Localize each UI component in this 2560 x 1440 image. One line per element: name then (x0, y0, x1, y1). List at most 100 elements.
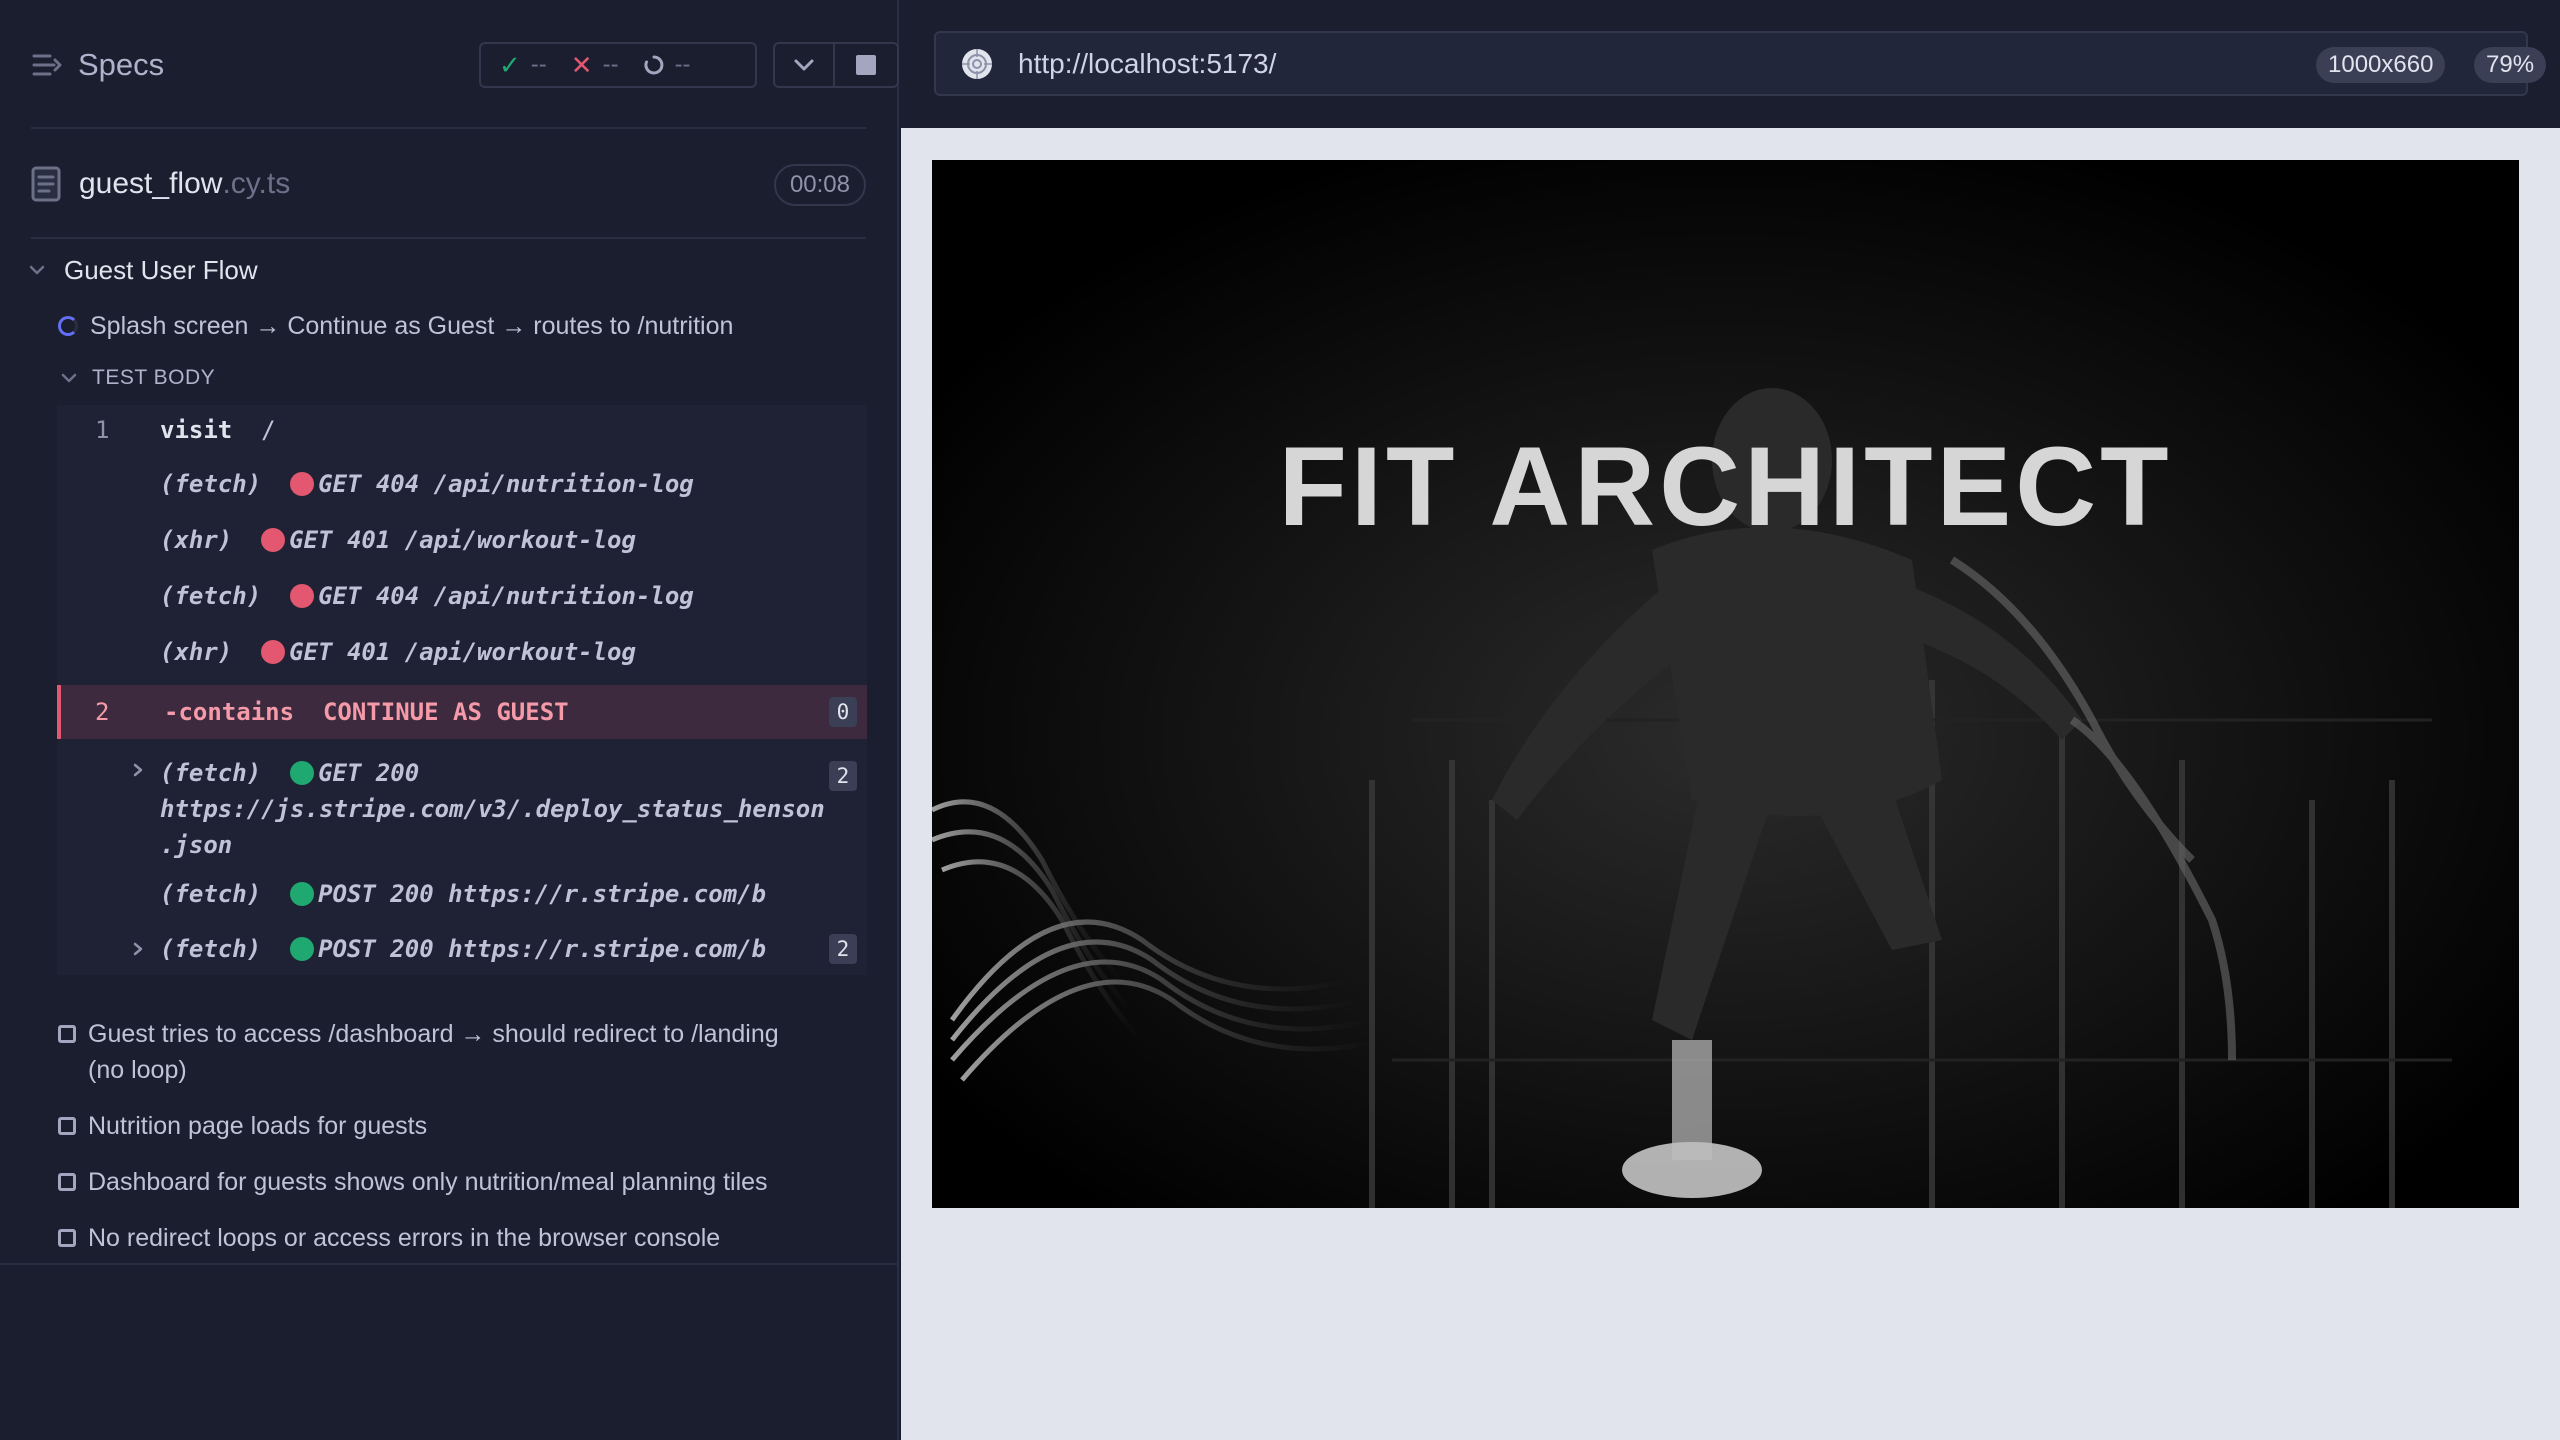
command-request[interactable]: (xhr) GET 401 /api/workout-log (57, 624, 867, 680)
command-visit[interactable]: 1 visit / (57, 405, 867, 455)
checkbox-icon (58, 1025, 76, 1043)
hero-background-image (932, 160, 2519, 1208)
specs-title[interactable]: Specs (78, 47, 164, 83)
command-request[interactable]: (xhr) GET 401 /api/workout-log (57, 512, 867, 568)
command-request[interactable]: (fetch) GET 404 /api/nutrition-log (57, 456, 867, 512)
file-divider (31, 237, 866, 239)
file-icon (31, 166, 61, 202)
chevron-right-icon (133, 763, 143, 777)
url-bar[interactable]: http://localhost:5173/ 1000x660 79% (934, 31, 2547, 96)
command-number: 1 (95, 416, 110, 444)
failed-count: -- (602, 51, 619, 78)
status-dot-icon (290, 882, 315, 906)
request-status: GET 404 (318, 582, 420, 610)
pending-count: -- (674, 51, 691, 78)
request-url: /api/workout-log (404, 526, 636, 554)
command-count-badge: 2 (829, 761, 857, 791)
stop-button[interactable] (833, 42, 899, 88)
test-title: Dashboard for guests shows only nutritio… (88, 1168, 768, 1196)
suite-title: Guest User Flow (64, 254, 258, 285)
request-status: POST 200 (318, 935, 434, 963)
pending-test[interactable]: Nutrition page loads for guests (58, 1108, 848, 1144)
spec-file-row[interactable]: guest_flow .cy.ts 00:08 (31, 154, 866, 214)
pending-test[interactable]: Dashboard for guests shows only nutritio… (58, 1164, 848, 1200)
spinner-icon (58, 316, 78, 336)
command-request[interactable]: (fetch) GET 200 https://js.stripe.com/v3… (57, 745, 867, 859)
status-dot-icon (290, 761, 315, 785)
request-line: (fetch) POST 200 https://r.stripe.com/b (160, 869, 766, 919)
request-status: POST 200 (318, 880, 434, 908)
request-url: /api/workout-log (404, 638, 636, 666)
viewport-size-badge[interactable]: 1000x660 (2316, 47, 2446, 83)
test-title: No redirect loops or access errors in th… (88, 1224, 721, 1252)
pending-stat: -- (643, 51, 691, 79)
command-arg: / (261, 416, 276, 444)
chevron-down-icon (794, 59, 814, 71)
command-contains[interactable]: 2 -contains CONTINUE AS GUEST 0 (57, 685, 867, 739)
passed-stat: ✓ -- (499, 50, 547, 81)
failed-stat: ✕ -- (571, 50, 619, 81)
run-options-button[interactable] (773, 42, 835, 88)
request-status: GET 200 (318, 759, 420, 787)
request-type: (fetch) (160, 582, 262, 610)
test-title-line: Guest tries to access /dashboard → shoul… (88, 1020, 779, 1048)
status-dot-icon (290, 937, 315, 961)
request-line: (xhr) GET 401 /api/workout-log (160, 512, 636, 568)
request-url: /api/nutrition-log (433, 470, 694, 498)
request-url: /api/nutrition-log (433, 582, 694, 610)
request-url: https://r.stripe.com/b (448, 880, 766, 908)
status-dot-icon (290, 472, 315, 496)
request-line: (xhr) GET 401 /api/workout-log (160, 624, 636, 680)
command-number: 2 (95, 698, 110, 726)
request-type: (xhr) (160, 526, 233, 554)
hero-title: FIT ARCHITECT (1278, 424, 2173, 549)
request-type: (fetch) (160, 759, 262, 787)
zoom-level-badge[interactable]: 79% (2474, 47, 2547, 83)
request-type: (xhr) (160, 638, 233, 666)
tests-divider (0, 1263, 897, 1265)
request-line: (fetch) GET 404 /api/nutrition-log (160, 456, 694, 512)
url-bar-area: http://localhost:5173/ 1000x660 79% (901, 0, 2560, 128)
command-name: -contains (164, 698, 295, 726)
request-type: (fetch) (160, 880, 262, 908)
request-line: (fetch) POST 200 https://r.stripe.com/b (160, 924, 766, 974)
command-arg: CONTINUE AS GUEST (322, 698, 569, 726)
command-request[interactable]: (fetch) GET 404 /api/nutrition-log (57, 568, 867, 624)
test-title: Nutrition page loads for guests (88, 1112, 428, 1140)
test-title: Guest tries to access /dashboard → shoul… (88, 1016, 779, 1088)
spec-file-ext: .cy.ts (222, 167, 291, 200)
test-body-toggle[interactable]: TEST BODY (60, 362, 215, 394)
command-request[interactable]: (fetch) POST 200 https://r.stripe.com/b … (57, 924, 867, 974)
request-status: GET 401 (289, 526, 391, 554)
request-type: (fetch) (160, 935, 262, 963)
checkbox-icon (58, 1117, 76, 1135)
globe-icon (962, 49, 992, 79)
pending-test[interactable]: Guest tries to access /dashboard → shoul… (58, 1016, 848, 1088)
suite-guest-user-flow[interactable]: Guest User Flow (28, 250, 258, 290)
run-stats: ✓ -- ✕ -- -- (479, 42, 757, 88)
checkbox-icon (58, 1173, 76, 1191)
chevron-down-icon (29, 265, 45, 275)
x-icon: ✕ (570, 49, 593, 80)
request-line: (fetch) GET 200 https://js.stripe.com/v3… (160, 755, 850, 863)
test-body-label: TEST BODY (92, 366, 216, 389)
stop-icon (856, 55, 876, 75)
spec-file-name[interactable]: guest_flow (79, 167, 222, 201)
command-request[interactable]: (fetch) POST 200 https://r.stripe.com/b (57, 869, 867, 919)
running-test[interactable]: Splash screen → Continue as Guest → rout… (58, 306, 733, 346)
status-dot-icon (261, 528, 286, 552)
checkbox-icon (58, 1229, 76, 1247)
request-line: (fetch) GET 404 /api/nutrition-log (160, 568, 694, 624)
spinner-icon (644, 55, 663, 75)
reporter-header: Specs ✓ -- ✕ -- -- (31, 28, 899, 102)
pending-test[interactable]: No redirect loops or access errors in th… (58, 1220, 848, 1256)
specs-icon (32, 54, 62, 75)
running-test-title: Splash screen → Continue as Guest → rout… (90, 311, 734, 340)
request-url: https://js.stripe.com/v3/.deploy_status_… (160, 795, 825, 823)
app-under-test-panel: http://localhost:5173/ 1000x660 79% FIT … (901, 0, 2560, 1440)
request-type: (fetch) (160, 470, 262, 498)
url-text[interactable]: http://localhost:5173/ (1018, 48, 1276, 80)
command-name: visit (160, 416, 233, 444)
app-iframe[interactable]: FIT ARCHITECT (932, 160, 2519, 1208)
request-status: GET 401 (289, 638, 391, 666)
